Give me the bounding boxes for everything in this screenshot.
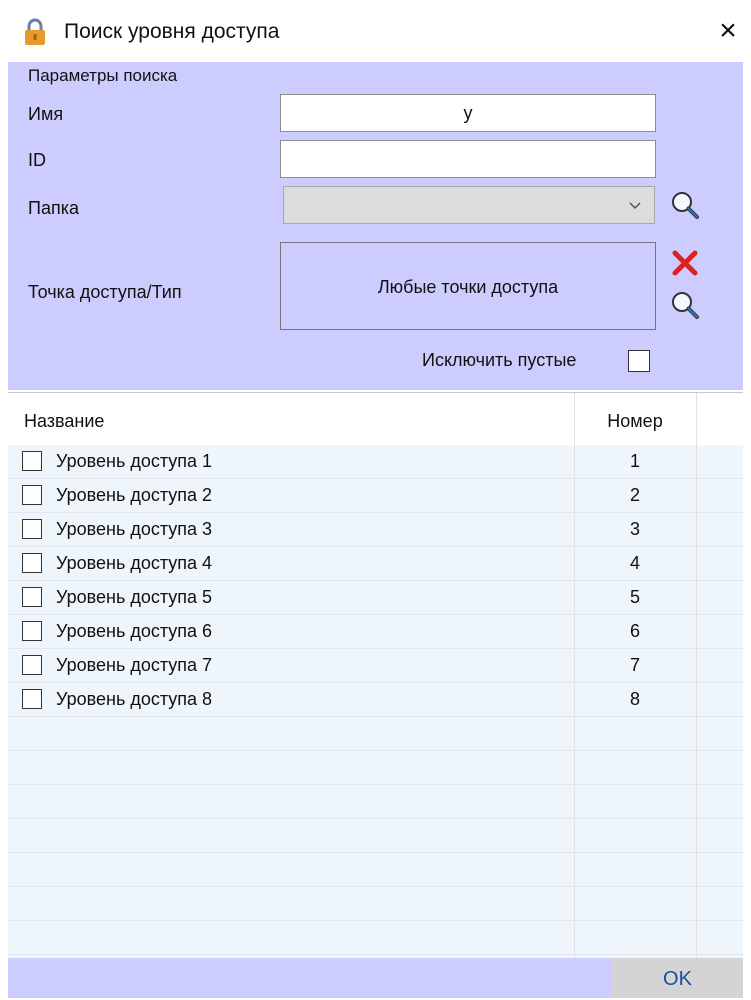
empty-row <box>8 751 743 785</box>
row-number: 2 <box>629 485 640 505</box>
table-row[interactable]: Уровень доступа 1 1 <box>8 445 743 479</box>
row-checkbox[interactable] <box>22 451 42 471</box>
table-row[interactable]: Уровень доступа 7 7 <box>8 649 743 683</box>
table-row[interactable]: Уровень доступа 2 2 <box>8 479 743 513</box>
table-row[interactable]: Уровень доступа 4 4 <box>8 547 743 581</box>
row-name: Уровень доступа 6 <box>56 621 213 641</box>
column-divider <box>696 393 697 959</box>
empty-row <box>8 819 743 853</box>
id-label: ID <box>28 150 46 170</box>
empty-row <box>8 717 743 751</box>
folder-search-icon[interactable] <box>670 190 700 220</box>
access-point-label: Точка доступа/Тип <box>28 282 182 302</box>
column-header-number[interactable]: Номер <box>574 411 696 432</box>
row-number: 6 <box>629 621 640 641</box>
empty-row <box>8 887 743 921</box>
lock-icon <box>25 18 45 45</box>
table-body: Уровень доступа 1 1 Уровень доступа 2 2 Уров… <box>8 445 743 959</box>
row-name: Уровень доступа 8 <box>56 689 213 709</box>
name-label: Имя <box>28 104 64 124</box>
results-table: Название Номер Уровень доступа 1 1 Уровень… <box>8 392 743 959</box>
column-header-name[interactable]: Название <box>24 411 104 432</box>
row-checkbox[interactable] <box>22 587 42 607</box>
footer-bar: OK <box>8 958 743 998</box>
access-point-field[interactable]: Любые точки доступа <box>280 242 656 330</box>
row-number: 8 <box>629 689 640 709</box>
row-checkbox[interactable] <box>22 621 42 641</box>
row-checkbox[interactable] <box>22 553 42 573</box>
close-button[interactable]: × <box>712 14 744 48</box>
window-title: Поиск уровня доступа <box>64 20 280 43</box>
access-point-value: Любые точки доступа <box>377 277 559 297</box>
empty-row <box>8 853 743 887</box>
folder-label: Папка <box>28 198 79 218</box>
exclude-empty-checkbox[interactable] <box>628 350 650 372</box>
search-params-group: Параметры поиска Имя у ID Папка Точка до… <box>8 62 743 390</box>
row-number: 7 <box>629 655 640 675</box>
ok-button[interactable]: OK <box>612 958 743 998</box>
chevron-down-icon <box>629 202 641 210</box>
id-input[interactable] <box>280 140 656 178</box>
table-row[interactable]: Уровень доступа 3 3 <box>8 513 743 547</box>
row-checkbox[interactable] <box>22 485 42 505</box>
row-name: Уровень доступа 1 <box>56 451 213 471</box>
row-checkbox[interactable] <box>22 689 42 709</box>
row-name: Уровень доступа 2 <box>56 485 213 505</box>
table-row[interactable]: Уровень доступа 8 8 <box>8 683 743 717</box>
folder-select[interactable] <box>283 186 655 224</box>
row-number: 5 <box>629 587 640 607</box>
row-name: Уровень доступа 7 <box>56 655 213 675</box>
table-row[interactable]: Уровень доступа 5 5 <box>8 581 743 615</box>
search-params-legend: Параметры поиска <box>28 66 178 85</box>
row-name: Уровень доступа 3 <box>56 519 213 539</box>
title-bar: Поиск уровня доступа × <box>0 0 751 62</box>
row-number: 1 <box>629 451 640 471</box>
row-checkbox[interactable] <box>22 519 42 539</box>
table-row[interactable]: Уровень доступа 6 6 <box>8 615 743 649</box>
row-name: Уровень доступа 5 <box>56 587 213 607</box>
row-name: Уровень доступа 4 <box>56 553 213 573</box>
access-point-search-icon[interactable] <box>670 290 700 320</box>
name-input-value: у <box>463 103 473 123</box>
empty-row <box>8 921 743 955</box>
table-header: Название Номер <box>8 393 743 445</box>
row-number: 4 <box>629 553 640 573</box>
exclude-empty-label: Исключить пустые <box>422 350 577 370</box>
empty-row <box>8 785 743 819</box>
name-input[interactable]: у <box>280 94 656 132</box>
column-divider <box>574 393 575 959</box>
row-checkbox[interactable] <box>22 655 42 675</box>
row-number: 3 <box>629 519 640 539</box>
clear-icon[interactable] <box>670 248 700 278</box>
